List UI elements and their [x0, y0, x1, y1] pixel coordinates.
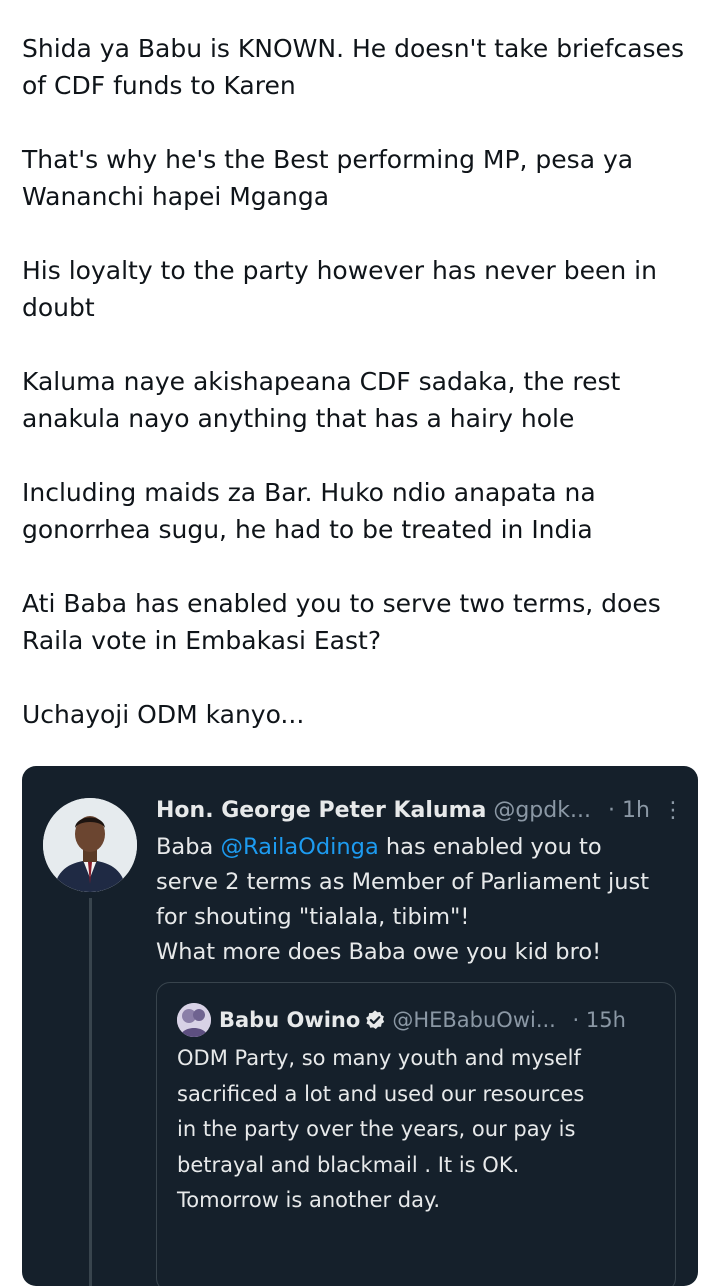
author-name[interactable]: Babu Owino: [219, 1008, 360, 1032]
quoted-tweet-text: Baba @RailaOdinga has enabled you to ser…: [156, 830, 686, 970]
more-vertical-icon[interactable]: ⋮: [662, 796, 684, 826]
person-portrait-icon: [177, 1003, 211, 1037]
tweet-paragraph: His loyalty to the party however has nev…: [22, 256, 657, 322]
thread-line: [89, 898, 92, 1286]
avatar[interactable]: [177, 1003, 211, 1037]
author-handle[interactable]: @HEBabuOwi...: [392, 1008, 556, 1032]
inner-tweet-line: Tomorrow is another day.: [177, 1188, 441, 1212]
tweet-paragraph: Kaluma naye akishapeana CDF sadaka, the …: [22, 367, 621, 433]
inner-tweet-line: betrayal and blackmail . It is OK.: [177, 1152, 520, 1177]
inner-tweet-text: ODM Party, so many youth and myself sacr…: [177, 1041, 667, 1219]
quoted-tweet-line: for shouting "tialala, tibim"!: [156, 904, 470, 930]
quoted-tweet-line: What more does Baba owe you kid bro!: [156, 939, 602, 965]
author-handle[interactable]: @gpdk...: [493, 798, 591, 823]
quoted-tweet-header: Hon. George Peter Kaluma @gpdk... · 1h: [156, 796, 686, 826]
mention-link[interactable]: @RailaOdinga: [220, 834, 378, 860]
timestamp[interactable]: · 1h: [608, 798, 650, 823]
inner-quoted-tweet[interactable]: Babu Owino @HEBabuOwi... · 15h ODM Party,…: [156, 982, 676, 1286]
quoted-tweet-screenshot[interactable]: Hon. George Peter Kaluma @gpdk... · 1h ⋮…: [22, 766, 698, 1286]
inner-tweet-header: Babu Owino @HEBabuOwi... · 15h: [219, 1003, 669, 1037]
inner-tweet-line: in the party over the years, our pay is: [177, 1117, 576, 1141]
verified-badge-icon: [366, 1010, 385, 1029]
quoted-tweet-line: serve 2 terms as Member of Parliament ju…: [156, 869, 650, 895]
person-portrait-icon: [43, 798, 137, 892]
text-after-mention: has enabled you to: [378, 834, 602, 860]
author-name[interactable]: Hon. George Peter Kaluma: [156, 798, 486, 823]
tweet-body: Shida ya Babu is KNOWN. He doesn't take …: [22, 30, 712, 733]
tweet-paragraph: Shida ya Babu is KNOWN. He doesn't take …: [22, 34, 684, 100]
text-prefix: Baba: [156, 834, 221, 860]
quoted-tweet-line: Baba @RailaOdinga has enabled you to: [156, 830, 686, 865]
inner-tweet-line: sacrificed a lot and used our resources: [177, 1081, 585, 1106]
inner-tweet-line: ODM Party, so many youth and myself: [177, 1046, 581, 1070]
tweet-paragraph: Uchayoji ODM kanyo...: [22, 700, 305, 729]
avatar[interactable]: [43, 798, 137, 892]
tweet-paragraph: Including maids za Bar. Huko ndio anapat…: [22, 478, 596, 544]
tweet-paragraph: That's why he's the Best performing MP, …: [22, 145, 634, 211]
tweet-paragraph: Ati Baba has enabled you to serve two te…: [22, 589, 661, 655]
timestamp[interactable]: · 15h: [573, 1008, 626, 1032]
